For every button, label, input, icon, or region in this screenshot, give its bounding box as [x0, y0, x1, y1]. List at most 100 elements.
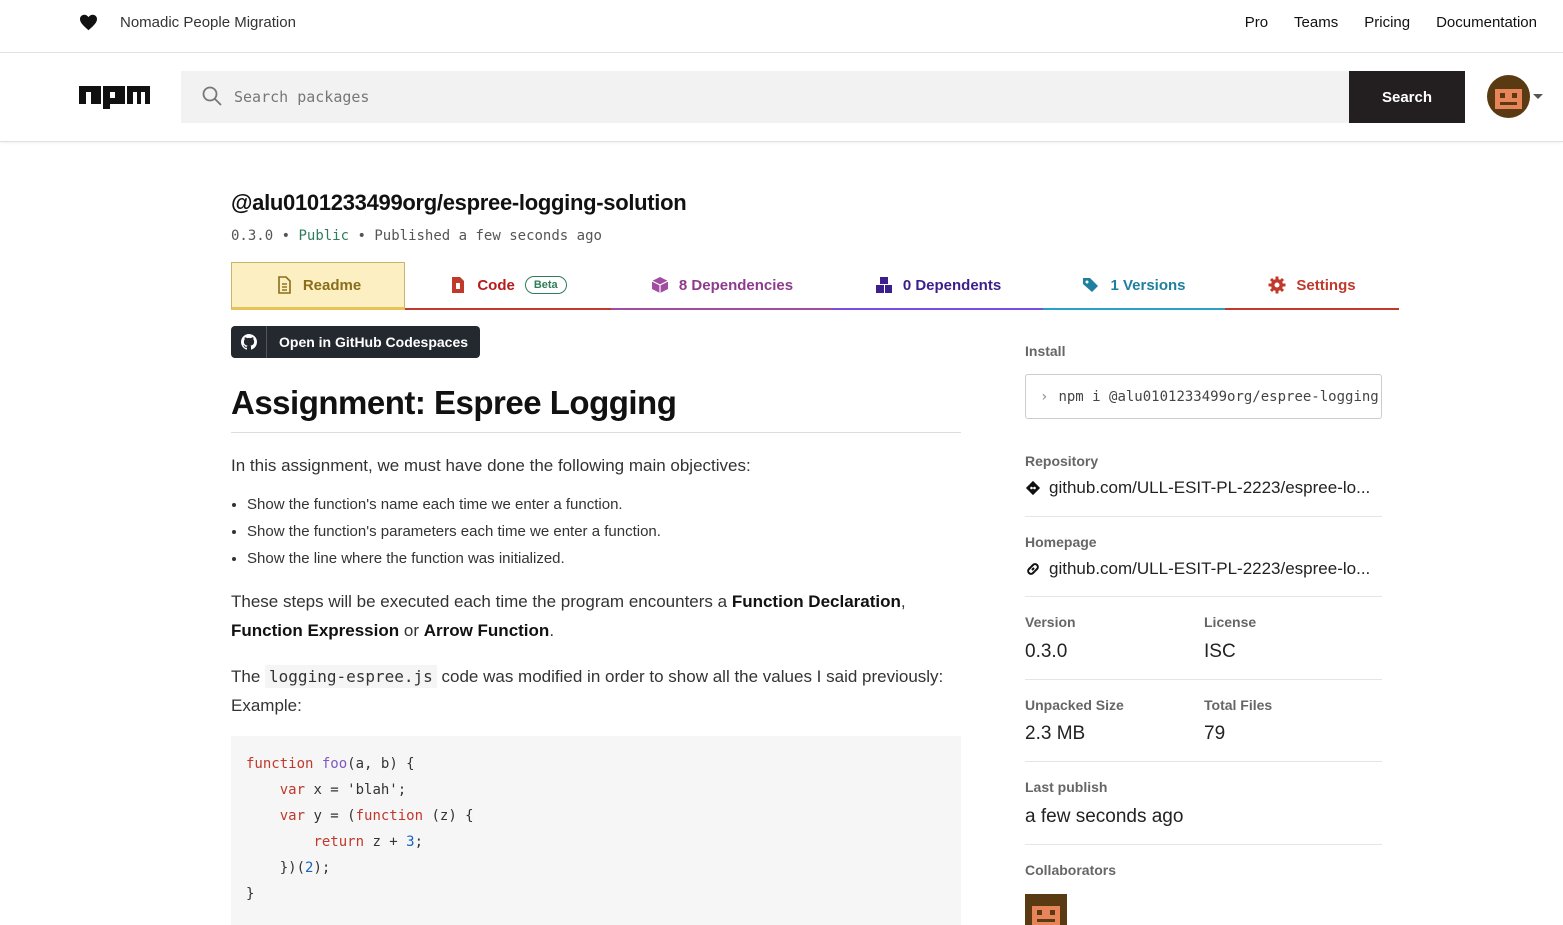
install-command-box[interactable]: › npm i @alu0101233499org/espree-logging… [1025, 374, 1382, 419]
tagline[interactable]: Nomadic People Migration [120, 14, 296, 31]
readme-steps: These steps will be executed each time t… [231, 587, 961, 645]
file-icon [278, 276, 291, 294]
avatar-dropdown-caret-icon[interactable] [1533, 94, 1543, 99]
tags-icon [1083, 278, 1099, 292]
nav-teams[interactable]: Teams [1294, 14, 1338, 31]
box-icon [651, 277, 669, 293]
collaborators-label: Collaborators [1025, 862, 1117, 878]
package-name: @alu0101233499org/espree-logging-solutio… [231, 190, 687, 215]
code-token: var [279, 808, 306, 824]
tab-versions-label: 1 Versions [1110, 276, 1186, 294]
steps-end: . [549, 621, 555, 640]
homepage-label: Homepage [1025, 534, 1097, 550]
version-label: Version [1025, 614, 1076, 630]
example-label: Example: [231, 696, 302, 715]
divider [1025, 596, 1382, 597]
function-declaration-term: Function Declaration [731, 592, 901, 611]
package-visibility: Public [298, 228, 350, 244]
install-command[interactable]: npm i @alu0101233499org/espree-logging-s… [1058, 389, 1381, 405]
codespaces-label: Open in GitHub Codespaces [279, 334, 469, 350]
tab-dependencies-label: 8 Dependencies [678, 276, 794, 294]
version-value: 0.3.0 [1025, 641, 1068, 662]
total-files-label: Total Files [1204, 697, 1273, 713]
npm-logo[interactable] [79, 86, 150, 109]
code-token: y = ( [305, 808, 356, 824]
steps-or: or [399, 621, 424, 640]
package-published: Published a few seconds ago [374, 228, 602, 244]
code-token: foo [321, 756, 348, 772]
tab-dependencies[interactable]: 8 Dependencies [611, 262, 833, 310]
modified-suffix: code was modified in order to show all t… [436, 667, 944, 686]
tab-settings[interactable]: Settings [1225, 262, 1399, 310]
chevron-right-icon: › [1040, 388, 1049, 405]
meta-separator: • [281, 228, 291, 244]
search-box [181, 71, 1349, 123]
modified-prefix: The [231, 667, 266, 686]
readme-heading: Assignment: Espree Logging [231, 384, 961, 433]
tab-readme[interactable]: Readme [231, 262, 405, 310]
tab-dependents[interactable]: 0 Dependents [833, 262, 1043, 310]
code-token: (z) { [423, 808, 474, 824]
nav-documentation[interactable]: Documentation [1436, 14, 1537, 31]
tab-readme-label: Readme [302, 276, 362, 294]
readme-modified: The logging-espree.js code was modified … [231, 662, 961, 720]
divider [1025, 761, 1382, 762]
last-publish-value: a few seconds ago [1025, 806, 1184, 827]
boxes-icon [875, 277, 892, 293]
total-files-value: 79 [1204, 723, 1226, 744]
package-meta: 0.3.0 • Public • Published a few seconds… [231, 228, 602, 244]
tab-dependents-label: 0 Dependents [902, 276, 1002, 294]
gear-icon [1268, 276, 1286, 294]
code-token: ); [313, 860, 331, 876]
code-token: 3 [406, 834, 415, 850]
beta-badge: Beta [524, 276, 567, 294]
arrow-function-term: Arrow Function [423, 621, 550, 640]
meta-separator: • [357, 228, 366, 244]
code-token: var [279, 782, 306, 798]
tab-code[interactable]: Code Beta [405, 262, 611, 310]
license-label: License [1204, 614, 1257, 630]
steps-text: These steps will be executed each time t… [231, 592, 732, 611]
code-token: ; [414, 834, 424, 850]
license-value: ISC [1204, 641, 1236, 662]
collaborator-avatar[interactable] [1025, 894, 1067, 925]
steps-comma: , [900, 592, 906, 611]
divider [1025, 844, 1382, 845]
search-icon [202, 86, 222, 106]
package-tabs: Readme Code Beta 8 Dependencies 0 Depend… [231, 262, 1399, 310]
nav-pro[interactable]: Pro [1245, 14, 1268, 31]
homepage-link[interactable]: github.com/ULL-ESIT-PL-2223/espree-lo... [1025, 559, 1370, 579]
nav-pricing[interactable]: Pricing [1364, 14, 1410, 31]
tab-versions[interactable]: 1 Versions [1043, 262, 1225, 310]
homepage-url[interactable]: github.com/ULL-ESIT-PL-2223/espree-lo... [1049, 559, 1370, 579]
divider [1025, 516, 1382, 517]
code-file-icon [452, 277, 465, 293]
code-token: } [246, 886, 255, 902]
search-button[interactable]: Search [1349, 71, 1465, 123]
repository-link[interactable]: github.com/ULL-ESIT-PL-2223/espree-lo... [1025, 478, 1370, 498]
search-row: Search [0, 53, 1563, 142]
heart-icon[interactable] [79, 14, 98, 31]
readme-intro: In this assignment, we must have done th… [231, 456, 751, 475]
search-input[interactable] [234, 71, 1334, 123]
divider [1025, 679, 1382, 680]
inline-code: logging-espree.js [265, 665, 437, 688]
code-token: return [313, 834, 365, 850]
list-item: Show the function's name each time we en… [247, 495, 661, 514]
code-token: function [246, 756, 314, 772]
package-version: 0.3.0 [231, 228, 274, 244]
top-nav: Pro Teams Pricing Documentation [1245, 14, 1537, 31]
git-icon [1025, 480, 1041, 496]
unpacked-size-value: 2.3 MB [1025, 723, 1086, 744]
repository-url[interactable]: github.com/ULL-ESIT-PL-2223/espree-lo... [1049, 478, 1370, 498]
objectives-list: Show the function's name each time we en… [247, 495, 661, 576]
list-item: Show the function's parameters each time… [247, 522, 661, 541]
list-item: Show the line where the function was ini… [247, 549, 661, 568]
top-bar: Nomadic People Migration Pro Teams Prici… [0, 0, 1563, 53]
code-token: function [355, 808, 424, 824]
tab-settings-label: Settings [1296, 276, 1356, 294]
unpacked-size-label: Unpacked Size [1025, 697, 1124, 713]
code-token: x = 'blah'; [305, 782, 407, 798]
avatar[interactable] [1487, 75, 1530, 118]
open-codespaces-button[interactable]: Open in GitHub Codespaces [231, 326, 480, 358]
